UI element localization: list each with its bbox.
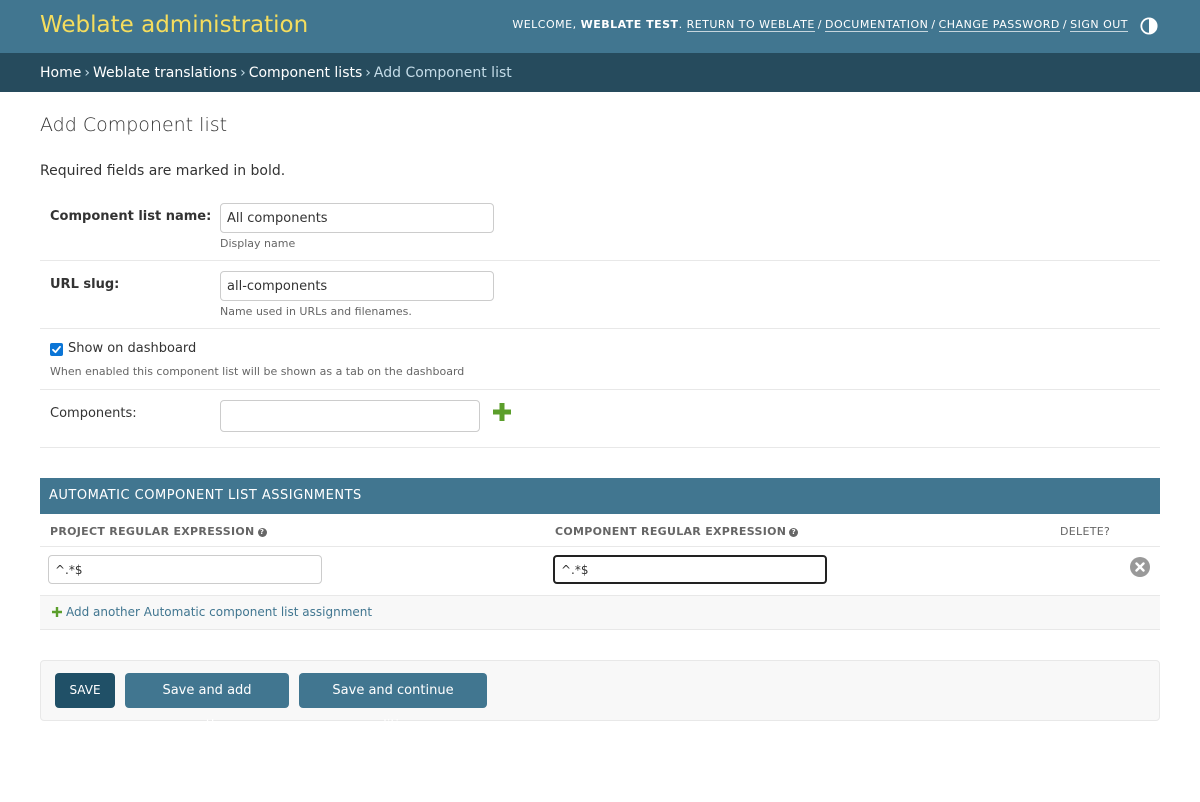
- add-another-assignment-link[interactable]: Add another Automatic component list ass…: [66, 605, 372, 619]
- column-project-regex: Project regular expression?: [50, 525, 267, 538]
- column-delete: Delete?: [1060, 525, 1111, 538]
- username: Weblate Test: [580, 18, 679, 31]
- form-row-slug: URL slug: Name used in URLs and filename…: [40, 261, 1160, 329]
- tools-separator: /: [931, 18, 936, 31]
- page-title: Add Component list: [40, 114, 228, 136]
- submit-row: Save Save and add another Save and conti…: [40, 660, 1160, 733]
- breadcrumb-separator: ›: [240, 65, 246, 81]
- delete-row-icon[interactable]: [1130, 557, 1150, 577]
- breadcrumb-separator: ›: [365, 65, 371, 81]
- breadcrumb-app[interactable]: Weblate translations: [93, 65, 237, 81]
- slug-help: Name used in URLs and filenames.: [220, 305, 412, 318]
- form-row-components: Components:: [40, 390, 1160, 448]
- return-to-weblate-link[interactable]: Return to Weblate: [686, 18, 815, 32]
- name-label: Component list name:: [50, 209, 212, 224]
- breadcrumb-separator: ›: [84, 65, 90, 81]
- slug-input[interactable]: [220, 271, 494, 301]
- breadcrumb: Home › Weblate translations › Component list…: [0, 53, 1200, 92]
- welcome-text: Welcome,: [512, 18, 577, 31]
- add-plus-icon: [52, 607, 62, 617]
- show-dashboard-help: When enabled this component list will be…: [50, 365, 465, 378]
- form-row-show-dashboard: Show on dashboard When enabled this comp…: [40, 329, 1160, 390]
- inline-group-title: Automatic component list assignments: [40, 478, 1160, 514]
- save-button[interactable]: Save: [55, 673, 115, 708]
- table-row: [40, 547, 1160, 596]
- change-password-link[interactable]: Change password: [938, 18, 1060, 32]
- add-component-plus-icon[interactable]: [492, 402, 512, 422]
- theme-toggle-icon[interactable]: [1140, 17, 1158, 35]
- components-input[interactable]: [220, 400, 480, 432]
- form-row-name: Component list name: Display name: [40, 193, 1160, 261]
- name-help: Display name: [220, 237, 296, 250]
- check-icon: [52, 345, 61, 354]
- inline-column-headers: Project regular expression? Component re…: [40, 514, 1160, 547]
- save-and-continue-button[interactable]: Save and continue editing: [299, 673, 487, 733]
- components-label: Components:: [50, 406, 137, 421]
- component-regex-input[interactable]: [553, 555, 827, 584]
- breadcrumb-home[interactable]: Home: [40, 65, 81, 81]
- add-another-row: Add another Automatic component list ass…: [40, 596, 1160, 630]
- breadcrumb-current: Add Component list: [373, 65, 512, 81]
- site-branding[interactable]: Weblate administration: [40, 12, 308, 38]
- show-dashboard-label[interactable]: Show on dashboard: [68, 341, 196, 356]
- admin-header: Weblate administration Welcome, Weblate …: [0, 0, 1200, 53]
- help-icon[interactable]: ?: [257, 528, 267, 537]
- column-component-regex: Component regular expression?: [555, 525, 799, 538]
- required-fields-note: Required fields are marked in bold.: [40, 163, 286, 179]
- show-dashboard-checkbox[interactable]: [50, 343, 63, 356]
- column-component-label: Component regular expression: [555, 525, 787, 538]
- help-icon[interactable]: ?: [789, 528, 799, 537]
- user-tools: Welcome, Weblate Test. Return to Weblate…: [512, 18, 1128, 32]
- breadcrumb-model[interactable]: Component lists: [249, 65, 363, 81]
- documentation-link[interactable]: Documentation: [824, 18, 929, 32]
- name-input[interactable]: [220, 203, 494, 233]
- column-project-label: Project regular expression: [50, 525, 255, 538]
- tools-separator: /: [817, 18, 822, 31]
- tools-separator: /: [1062, 18, 1068, 31]
- sign-out-link[interactable]: Sign out: [1070, 18, 1128, 32]
- save-and-add-another-button[interactable]: Save and add another: [125, 673, 289, 733]
- project-regex-input[interactable]: [48, 555, 322, 584]
- slug-label: URL slug:: [50, 277, 120, 292]
